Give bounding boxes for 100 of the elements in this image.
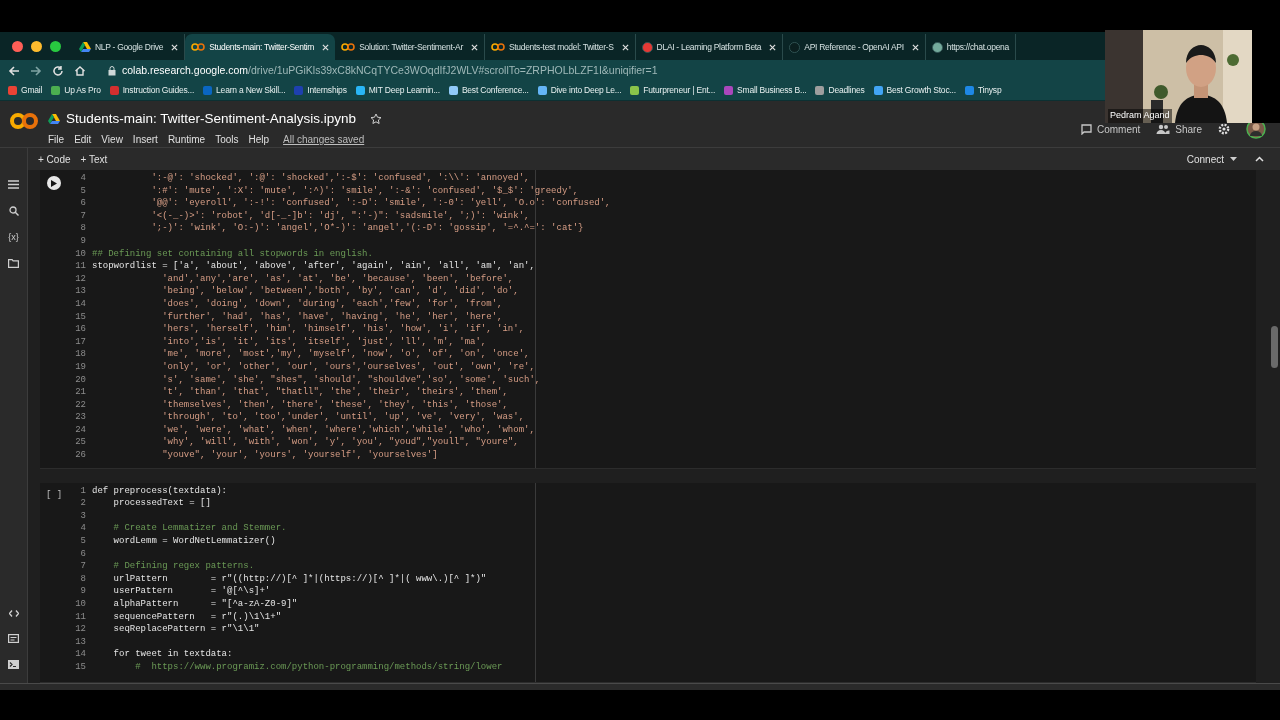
- code-line: 's', 'same', 'she', "shes", 'should', "shouldve",'so', 'some', 'such',: [161, 373, 541, 387]
- add-text-button[interactable]: + Text: [80, 151, 108, 167]
- save-status-link[interactable]: All changes saved: [283, 132, 365, 148]
- maximize-window-control[interactable]: [50, 40, 61, 52]
- line-number: 20: [75, 373, 86, 387]
- bookmark[interactable]: Tinysp: [964, 84, 1002, 97]
- bookmark[interactable]: Gmail: [8, 84, 43, 97]
- line-number: 13: [75, 635, 86, 649]
- line-number: 21: [75, 386, 86, 399]
- close-tab-icon[interactable]: [621, 43, 629, 51]
- bookmark[interactable]: Dive into Deep Le...: [537, 84, 622, 97]
- add-code-button[interactable]: + Code: [38, 151, 71, 167]
- menu-item[interactable]: Tools: [215, 132, 239, 148]
- line-number: 1: [80, 484, 86, 498]
- collapse-icon[interactable]: [1255, 156, 1264, 162]
- code-line: 'themselves', 'then', 'there', 'these', 'they', 'this', 'those',: [161, 398, 508, 412]
- folder-icon[interactable]: [8, 259, 19, 268]
- forward-icon[interactable]: [30, 64, 42, 77]
- command-palette-icon[interactable]: [8, 634, 19, 643]
- line-number: 15: [75, 660, 86, 674]
- site-icon: [789, 41, 801, 53]
- code-line: # Defining regex patterns.: [112, 560, 255, 573]
- code-line: 'does', 'doing', 'down', 'during', 'each','few', 'for', 'from',: [161, 297, 503, 311]
- connect-button[interactable]: Connect: [1186, 151, 1237, 167]
- share-button[interactable]: Share: [1156, 121, 1202, 137]
- caret-icon: [1230, 157, 1237, 161]
- scrollbar-thumb[interactable]: [1271, 326, 1278, 368]
- bookmark[interactable]: Instruction Guides...: [109, 84, 195, 97]
- bookmark[interactable]: Deadlines: [815, 84, 865, 97]
- menu-item[interactable]: Insert: [132, 132, 158, 148]
- code-line: 'me', 'more', 'most','my', 'myself', 'now', 'o', 'of', 'on', 'once',: [161, 348, 530, 361]
- notebook-title[interactable]: Students-main: Twitter-Sentiment-Analysis.ipynb: [66, 109, 357, 130]
- bookmark[interactable]: Learn a New Skill...: [203, 84, 286, 97]
- participant-name: Pedram Agand: [1108, 109, 1172, 123]
- comment-icon: [1080, 123, 1092, 135]
- code-line: urlPattern = r"((http://)[^ ]*|(https://)[^ ]*|( www\.)[^ ]*)": [112, 572, 487, 586]
- star-icon[interactable]: [370, 113, 383, 126]
- rings-icon: [191, 43, 206, 51]
- run-button[interactable]: [47, 176, 61, 190]
- menu-item[interactable]: View: [101, 132, 123, 148]
- code-line: 'why', 'will', 'with', 'won', 'y', 'you', "youd","youll", "youre",: [161, 436, 519, 450]
- search-icon[interactable]: [8, 206, 19, 216]
- reload-icon[interactable]: [52, 64, 64, 77]
- line-number: 12: [75, 272, 86, 286]
- settings-icon[interactable]: [1218, 123, 1230, 135]
- line-number: 18: [75, 348, 86, 361]
- back-icon[interactable]: [8, 64, 20, 77]
- close-tab-icon[interactable]: [171, 43, 179, 51]
- code-line: 'being', 'below', 'between','both', 'by', 'can', 'd', 'did', 'do',: [161, 285, 519, 298]
- menu-item[interactable]: Runtime: [167, 132, 206, 148]
- variables-button[interactable]: {x}: [8, 233, 19, 242]
- code-line: 'through', 'to', 'too','under', 'until', 'up', 've', 'very', 'was',: [161, 411, 525, 424]
- line-number: 10: [75, 247, 86, 261]
- line-number: 7: [80, 209, 86, 223]
- code-line: 'further', 'had', 'has', 'have', 'having', 'he', 'her', 'here',: [161, 310, 503, 324]
- bookmark[interactable]: Best Conference...: [448, 84, 529, 97]
- code-line: 'only', 'or', 'other', 'our', 'ours','ourselves', 'out', 'own', 're',: [161, 360, 535, 374]
- code-line: # Create Lemmatizer and Stemmer.: [112, 522, 287, 536]
- code-line: '<(-_-)>': 'robot', 'd[-_-]b': 'dj', ":'-)": 'sadsmile', ';)': 'wink',: [150, 209, 530, 223]
- line-number: 9: [80, 585, 86, 598]
- code-line: alphaPattern = "[^a-zA-Z0-9]": [112, 598, 298, 611]
- line-number: 6: [80, 547, 86, 561]
- line-number: 8: [80, 222, 86, 235]
- minimize-window-control[interactable]: [31, 40, 42, 52]
- code-line: wordLemm = WordNetLemmatizer(): [112, 535, 276, 548]
- bookmark[interactable]: Small Business B...: [724, 84, 807, 97]
- close-tab-icon[interactable]: [470, 43, 478, 51]
- line-number: 15: [75, 310, 86, 324]
- bookmark[interactable]: Futurpreneur | Ent...: [630, 84, 716, 97]
- close-tab-icon[interactable]: [911, 43, 919, 51]
- colab-logo[interactable]: [10, 112, 38, 130]
- code-icon[interactable]: [8, 610, 19, 617]
- code-line: # https://www.programiz.com/python-programming/methods/string/lower: [134, 660, 503, 674]
- menu-item[interactable]: File: [48, 132, 65, 148]
- close-window-control[interactable]: [12, 40, 23, 52]
- bookmark[interactable]: MIT Deep Learnin...: [355, 84, 440, 97]
- code-line: "youve", 'your', 'yours', 'yourself', 'yourselves']: [161, 449, 438, 462]
- bookmark[interactable]: Up As Pro: [51, 84, 101, 97]
- comment-button[interactable]: Comment: [1080, 121, 1141, 137]
- terminal-icon[interactable]: [8, 660, 19, 669]
- menu-item[interactable]: Edit: [74, 132, 92, 148]
- line-number: 16: [75, 323, 86, 336]
- code-line: def preprocess(textdata):: [92, 484, 228, 498]
- menu-item[interactable]: Help: [248, 132, 270, 148]
- browser-tab[interactable]: Students-main: Twitter-Sentim: [185, 34, 336, 60]
- home-icon[interactable]: [74, 64, 86, 77]
- line-number: 14: [75, 297, 86, 311]
- rings-icon: [341, 43, 356, 51]
- close-tab-icon[interactable]: [769, 43, 777, 51]
- close-tab-icon[interactable]: [322, 43, 330, 51]
- run-status-marker[interactable]: [ ]: [45, 488, 63, 676]
- code-line: sequencePattern = r"(.)\1\1+": [112, 610, 282, 624]
- line-number: 14: [75, 648, 86, 661]
- menu-icon[interactable]: [8, 180, 19, 189]
- line-number: 19: [75, 360, 86, 374]
- bookmark[interactable]: Internships: [294, 84, 347, 97]
- bookmark[interactable]: Best Growth Stoc...: [873, 84, 956, 97]
- drive-icon: [79, 42, 91, 52]
- code-line: 'we', 'were', 'what', 'when', 'where','which','while', 'who', 'whom',: [161, 423, 535, 437]
- code-line: 't', 'than', 'that', "thatll", 'the', 'their', 'theirs', 'them',: [161, 386, 508, 399]
